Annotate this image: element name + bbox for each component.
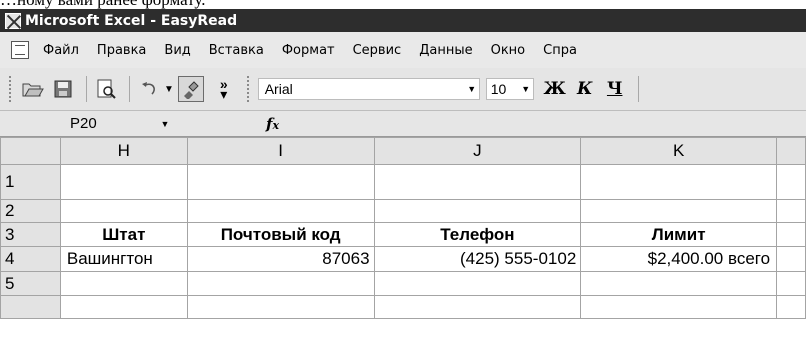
cell[interactable]: [59, 164, 188, 200]
chevron-down-icon[interactable]: ▼: [519, 84, 533, 94]
print-preview-icon[interactable]: [93, 76, 119, 102]
cell[interactable]: [580, 295, 778, 319]
cell[interactable]: [373, 199, 582, 223]
column-header-j[interactable]: J: [373, 137, 582, 165]
menu-edit[interactable]: Правка: [97, 43, 146, 58]
cell[interactable]: [776, 246, 806, 272]
column-header-k[interactable]: K: [580, 137, 778, 165]
save-icon[interactable]: [50, 76, 76, 102]
underline-button[interactable]: Ч: [602, 79, 628, 99]
cell-state[interactable]: Вашингтон: [59, 246, 188, 272]
select-all-corner[interactable]: [0, 137, 61, 165]
menu-bar: Файл Правка Вид Вставка Формат Сервис Да…: [0, 32, 806, 69]
open-folder-icon[interactable]: [20, 76, 46, 102]
menu-window[interactable]: Окно: [491, 43, 526, 58]
window-title: Microsoft Excel - EasyRead: [25, 12, 238, 29]
cell-phone[interactable]: (425) 555-0102: [373, 246, 582, 272]
cell-zip[interactable]: 87063: [186, 246, 375, 272]
toolbar-separator: [86, 76, 87, 102]
name-box[interactable]: P20 ▼: [0, 113, 178, 135]
cell[interactable]: [186, 199, 375, 223]
toolbar-separator: [129, 76, 130, 102]
bold-button[interactable]: Ж: [542, 79, 568, 99]
menu-file[interactable]: Файл: [43, 43, 79, 58]
font-name-select[interactable]: Arial ▼: [257, 78, 480, 100]
cell[interactable]: [373, 271, 582, 296]
cell-state-header[interactable]: Штат: [59, 222, 188, 247]
cell[interactable]: [776, 199, 806, 223]
cell[interactable]: [580, 199, 778, 223]
row-header[interactable]: 5: [0, 271, 61, 296]
workbook-icon[interactable]: [11, 41, 29, 59]
column-header-h[interactable]: H: [59, 137, 188, 165]
menu-view[interactable]: Вид: [164, 43, 190, 58]
row-header[interactable]: 3: [0, 222, 61, 247]
cell[interactable]: [776, 222, 806, 247]
chevron-down-icon[interactable]: ▼: [158, 119, 172, 129]
menu-data[interactable]: Данные: [419, 43, 472, 58]
format-painter-icon[interactable]: [177, 76, 204, 102]
title-bar: Microsoft Excel - EasyRead: [0, 9, 806, 32]
column-header-i[interactable]: I: [186, 137, 375, 165]
page-caption: …ному вами ранее формату.: [0, 0, 806, 9]
worksheet-grid: H I J K 1 2 3 Штат Почтовый код Телефон …: [0, 137, 806, 319]
cell[interactable]: [776, 295, 806, 319]
cell[interactable]: [186, 295, 375, 319]
cell[interactable]: [373, 295, 582, 319]
cell[interactable]: [776, 164, 806, 200]
cell[interactable]: [373, 164, 582, 200]
cell[interactable]: [59, 295, 188, 319]
toolbar-more-icon[interactable]: » ▾: [219, 76, 228, 101]
italic-button[interactable]: К: [572, 79, 598, 99]
menu-insert[interactable]: Вставка: [209, 43, 264, 58]
undo-dropdown-icon[interactable]: ▼: [164, 84, 174, 95]
toolbar-grip[interactable]: [246, 76, 252, 102]
font-name-value: Arial: [264, 81, 293, 97]
more-glyph: »: [219, 76, 228, 92]
standard-toolbar: ▼ » ▾ Arial ▼ 10 ▼ Ж К Ч: [0, 68, 806, 111]
cell[interactable]: [580, 164, 778, 200]
row-header[interactable]: [0, 295, 61, 319]
menu-tools[interactable]: Сервис: [353, 43, 402, 58]
row-header[interactable]: 4: [0, 246, 61, 272]
font-size-select[interactable]: 10 ▼: [485, 78, 534, 100]
cell-zip-header[interactable]: Почтовый код: [186, 222, 375, 247]
undo-icon[interactable]: [136, 76, 162, 102]
cell-limit-header[interactable]: Лимит: [580, 222, 778, 247]
row-header[interactable]: 2: [0, 199, 61, 223]
menu-help[interactable]: Спра: [543, 43, 577, 58]
excel-icon[interactable]: [5, 12, 21, 29]
cell[interactable]: [580, 271, 778, 296]
chevron-down-icon[interactable]: ▼: [465, 84, 479, 94]
name-box-value: P20: [70, 115, 97, 132]
cell-phone-header[interactable]: Телефон: [373, 222, 582, 247]
cell-limit[interactable]: $2,400.00 всего: [580, 246, 778, 272]
cell[interactable]: [776, 271, 806, 296]
formula-bar: P20 ▼ fx: [0, 111, 806, 137]
row-header[interactable]: 1: [0, 164, 61, 200]
cell[interactable]: [186, 271, 375, 296]
menu-format[interactable]: Формат: [282, 43, 335, 58]
cell[interactable]: [186, 164, 375, 200]
cell[interactable]: [59, 199, 188, 223]
toolbar-separator: [637, 76, 639, 102]
cell[interactable]: [59, 271, 188, 296]
function-icon[interactable]: fx: [266, 115, 279, 133]
column-header-partial[interactable]: [776, 137, 806, 165]
toolbar-grip[interactable]: [9, 76, 14, 102]
font-size-value: 10: [490, 81, 507, 97]
